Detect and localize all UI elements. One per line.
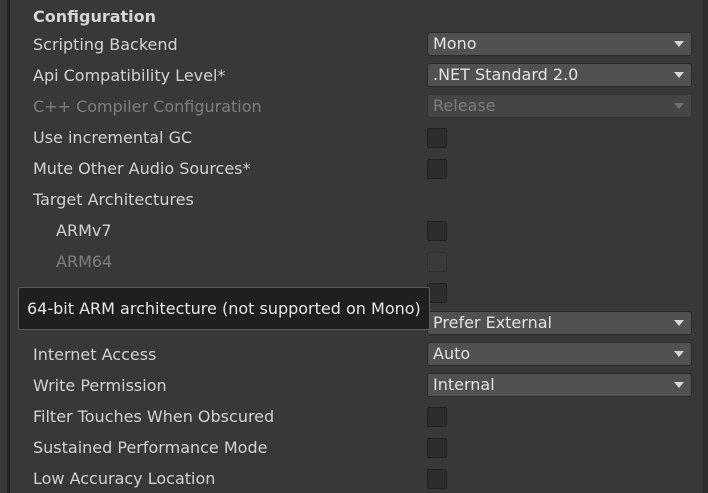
cpp-compiler-dropdown: Release	[427, 94, 692, 118]
internet-access-dropdown[interactable]: Auto	[427, 342, 692, 366]
armv7-checkbox[interactable]	[427, 221, 447, 241]
low-accuracy-checkbox[interactable]	[427, 469, 447, 489]
api-compatibility-value: .NET Standard 2.0	[433, 65, 579, 84]
install-location-value: Prefer External	[433, 313, 552, 332]
row-armv7: ARMv7	[0, 216, 700, 247]
incremental-gc-label: Use incremental GC	[33, 128, 193, 147]
section-title: Configuration	[33, 7, 157, 26]
row-arm64: ARM64	[0, 247, 700, 278]
target-architectures-label: Target Architectures	[33, 190, 194, 209]
row-scripting-backend: Scripting Backend Mono	[0, 30, 700, 61]
player-settings-panel: Configuration Scripting Backend Mono Api…	[0, 0, 708, 493]
cpp-compiler-label: C++ Compiler Configuration	[33, 97, 262, 116]
row-api-compatibility: Api Compatibility Level* .NET Standard 2…	[0, 61, 700, 92]
chevron-down-icon	[674, 103, 684, 109]
row-filter-touches: Filter Touches When Obscured	[0, 402, 700, 433]
chevron-down-icon	[674, 72, 684, 78]
row-low-accuracy: Low Accuracy Location	[0, 464, 700, 493]
mute-audio-checkbox[interactable]	[427, 159, 447, 179]
install-location-dropdown[interactable]: Prefer External	[427, 311, 692, 335]
sustained-performance-checkbox[interactable]	[427, 438, 447, 458]
row-mute-audio: Mute Other Audio Sources*	[0, 154, 700, 185]
row-incremental-gc: Use incremental GC	[0, 123, 700, 154]
internet-access-value: Auto	[433, 344, 471, 363]
armv7-label: ARMv7	[56, 221, 112, 240]
row-sustained-performance: Sustained Performance Mode	[0, 433, 700, 464]
api-compatibility-label: Api Compatibility Level*	[33, 66, 226, 85]
mute-audio-label: Mute Other Audio Sources*	[33, 159, 251, 178]
arm64-tooltip: 64-bit ARM architecture (not supported o…	[18, 287, 430, 330]
filter-touches-label: Filter Touches When Obscured	[33, 407, 275, 426]
api-compatibility-dropdown[interactable]: .NET Standard 2.0	[427, 63, 692, 87]
arm64-label: ARM64	[56, 252, 113, 271]
scripting-backend-value: Mono	[433, 34, 477, 53]
row-internet-access: Internet Access Auto	[0, 340, 700, 371]
chevron-down-icon	[674, 351, 684, 357]
chevron-down-icon	[674, 41, 684, 47]
write-permission-value: Internal	[433, 375, 495, 394]
cpp-compiler-value: Release	[433, 96, 496, 115]
arm64-checkbox	[427, 252, 447, 272]
filter-touches-checkbox[interactable]	[427, 407, 447, 427]
write-permission-label: Write Permission	[33, 376, 167, 395]
low-accuracy-label: Low Accuracy Location	[33, 469, 216, 488]
scripting-backend-label: Scripting Backend	[33, 35, 178, 54]
row-target-architectures: Target Architectures	[0, 185, 700, 216]
row-cpp-compiler: C++ Compiler Configuration Release	[0, 92, 700, 123]
hidden-option-checkbox[interactable]	[427, 283, 447, 303]
chevron-down-icon	[674, 320, 684, 326]
scrollbar-gutter[interactable]	[704, 0, 708, 493]
write-permission-dropdown[interactable]: Internal	[427, 373, 692, 397]
incremental-gc-checkbox[interactable]	[427, 128, 447, 148]
chevron-down-icon	[674, 382, 684, 388]
row-write-permission: Write Permission Internal	[0, 371, 700, 402]
sustained-performance-label: Sustained Performance Mode	[33, 438, 268, 457]
scripting-backend-dropdown[interactable]: Mono	[427, 32, 692, 56]
internet-access-label: Internet Access	[33, 345, 157, 364]
